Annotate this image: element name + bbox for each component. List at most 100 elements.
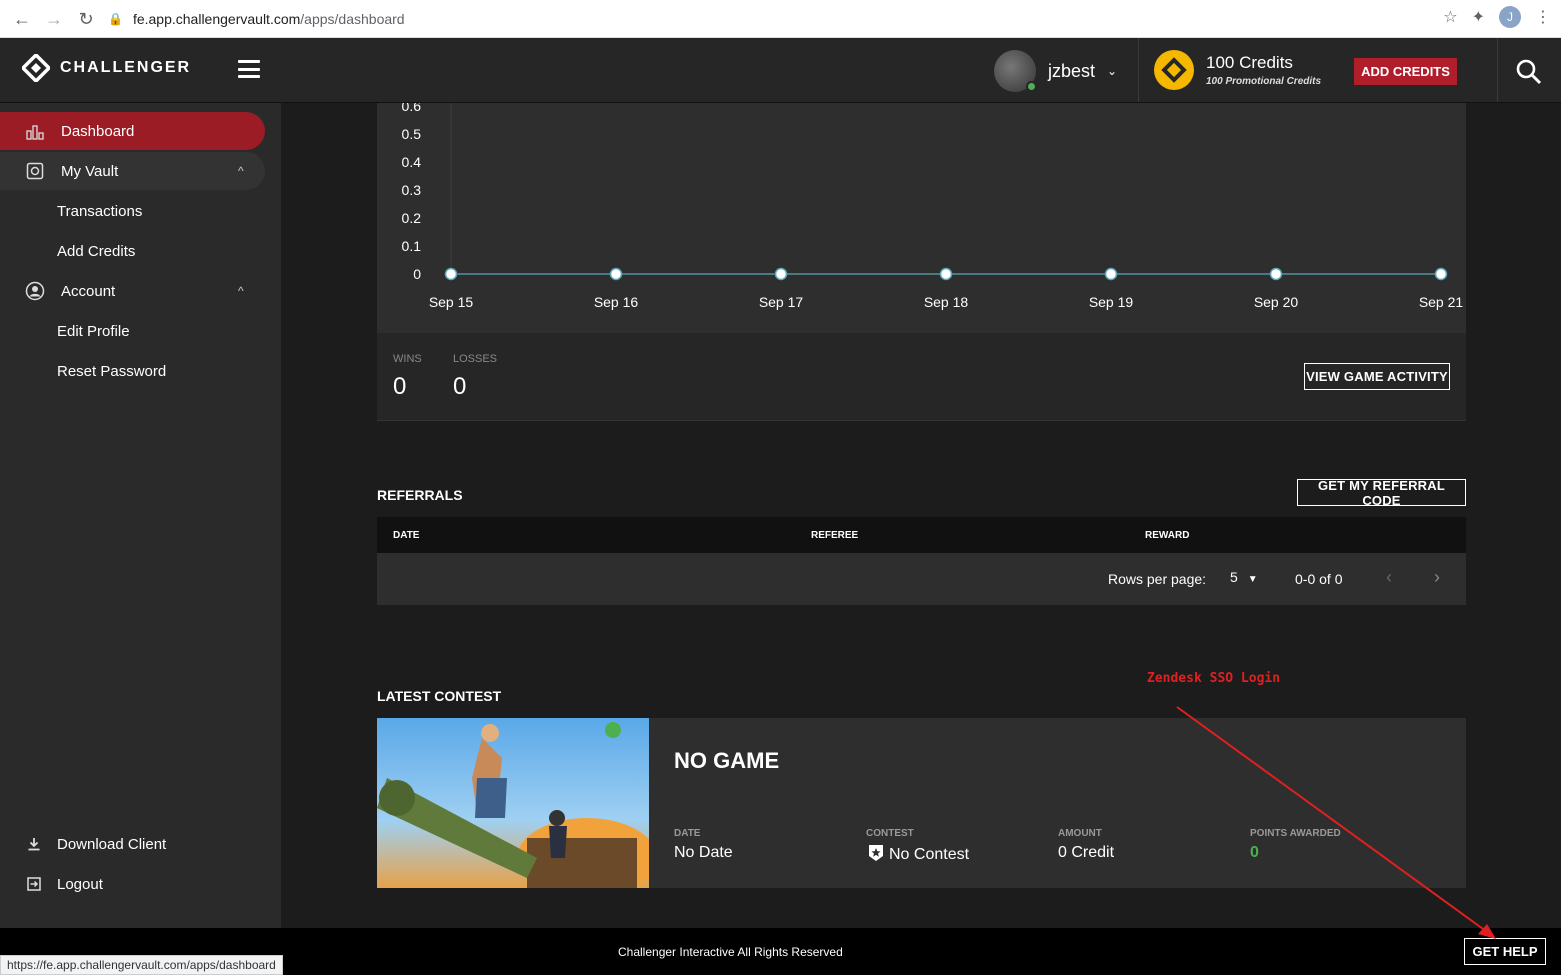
contest-value: No Contest — [868, 844, 969, 864]
forward-icon[interactable]: → — [38, 3, 70, 35]
rows-per-page-select[interactable]: 5 ▼ — [1230, 569, 1258, 585]
url-host: fe.app.challengervault.com — [132, 11, 301, 27]
promo-credits: 100 Promotional Credits — [1206, 76, 1322, 87]
y-tick-label: 0.2 — [402, 210, 422, 226]
activity-chart-panel: 0 0.1 0.2 0.3 0.4 0.5 0.6 Sep 15 Sep 16 Sep 17 Sep… — [377, 96, 1466, 333]
x-tick-label: Sep 16 — [594, 294, 639, 310]
sidebar-item-label: Reset Password — [57, 362, 167, 380]
sidebar-item-my-vault[interactable]: My Vault ^ — [0, 152, 265, 190]
sidebar-item-label: Dashboard — [61, 122, 135, 140]
latest-contest-card[interactable]: NO GAME DATE No Date CONTEST No Contest … — [377, 718, 1466, 888]
activity-chart: 0 0.1 0.2 0.3 0.4 0.5 0.6 Sep 15 Sep 16 Sep 17 Sep… — [402, 96, 1464, 310]
download-icon — [24, 834, 44, 854]
star-icon[interactable]: ☆ — [1443, 7, 1457, 27]
column-header-date[interactable]: DATE — [393, 530, 419, 541]
app-header: CHALLENGER jzbest ⌄ 100 Credits 100 Prom… — [0, 38, 1561, 103]
profile-avatar[interactable]: J — [1499, 6, 1521, 28]
challenger-logo-icon — [22, 54, 50, 82]
prev-page-icon[interactable]: ‹ — [1386, 567, 1392, 588]
search-icon[interactable] — [1514, 57, 1544, 87]
data-point — [1104, 267, 1118, 281]
data-point — [609, 267, 623, 281]
sidebar-item-label: Edit Profile — [57, 322, 130, 340]
x-tick-label: Sep 21 — [1419, 294, 1464, 310]
sidebar-item-dashboard[interactable]: Dashboard — [0, 112, 265, 150]
amount-value: 0 Credit — [1058, 844, 1115, 861]
reload-icon[interactable]: ↻ — [70, 3, 102, 35]
header-divider — [1497, 38, 1498, 102]
sidebar-item-label: Logout — [57, 875, 103, 893]
menu-dots-icon[interactable]: ⋮ — [1535, 7, 1551, 27]
address-bar[interactable]: 🔒 fe.app.challengervault.com/apps/dashbo… — [108, 5, 1458, 33]
rows-per-page-value: 5 — [1230, 569, 1238, 585]
referrals-table-header: DATE REFEREE REWARD — [377, 517, 1466, 553]
footer-copyright: Challenger Interactive All Rights Reserv… — [618, 945, 843, 959]
losses-value: 0 — [453, 373, 467, 400]
sidebar-item-label: Transactions — [57, 202, 143, 220]
amount-label: AMOUNT — [1058, 828, 1102, 839]
logo[interactable]: CHALLENGER — [22, 54, 191, 82]
back-icon[interactable]: ← — [6, 3, 38, 35]
points-awarded-value: 0 — [1250, 844, 1259, 861]
wins-losses-panel: WINS 0 LOSSES 0 VIEW GAME ACTIVITY — [377, 333, 1466, 421]
column-header-reward[interactable]: REWARD — [1145, 530, 1189, 541]
browser-toolbar: ← → ↻ 🔒 fe.app.challengervault.com/apps/… — [0, 0, 1561, 38]
dashboard-icon — [25, 121, 45, 141]
add-credits-button[interactable]: ADD CREDITS — [1354, 58, 1457, 85]
pagination-range: 0-0 of 0 — [1295, 571, 1343, 587]
x-tick-label: Sep 15 — [429, 294, 474, 310]
sidebar-item-label: Download Client — [57, 835, 167, 853]
y-tick-label: 0.4 — [402, 154, 422, 170]
y-tick-label: 0.3 — [402, 182, 422, 198]
online-status-dot — [1026, 81, 1037, 92]
logo-text: CHALLENGER — [60, 59, 192, 76]
chevron-down-icon: ⌄ — [1107, 64, 1118, 78]
date-value: No Date — [674, 844, 733, 861]
sidebar-item-label: Add Credits — [57, 242, 136, 260]
main-content: 0 0.1 0.2 0.3 0.4 0.5 0.6 Sep 15 Sep 16 Sep 17 Sep… — [281, 96, 1561, 928]
shield-star-icon — [869, 845, 883, 861]
url-path: /apps/dashboard — [300, 11, 405, 27]
extensions-icon[interactable]: ✦ — [1472, 7, 1485, 27]
credits-amount: 100 Credits — [1206, 53, 1293, 72]
game-cover-image — [377, 718, 649, 888]
sidebar-item-label: Account — [61, 282, 116, 300]
wins-label: WINS — [393, 353, 422, 365]
y-tick-label: 0.1 — [402, 238, 422, 254]
x-tick-label: Sep 18 — [924, 294, 969, 310]
wins-value: 0 — [393, 373, 407, 400]
latest-contest-title: LATEST CONTEST — [377, 688, 502, 704]
logout-icon — [24, 874, 44, 894]
contest-name: No Contest — [889, 846, 970, 863]
x-tick-label: Sep 19 — [1089, 294, 1134, 310]
annotation-label: Zendesk SSO Login — [1147, 671, 1281, 686]
user-menu[interactable]: jzbest ⌄ — [994, 48, 1117, 94]
sidebar-item-account[interactable]: Account ^ — [0, 272, 265, 310]
contest-label: CONTEST — [866, 828, 914, 839]
chevron-up-icon: ^ — [238, 164, 244, 178]
hamburger-menu-icon[interactable] — [238, 60, 260, 78]
get-referral-code-button[interactable]: GET MY REFERRAL CODE — [1297, 478, 1466, 508]
header-divider — [1138, 38, 1139, 102]
vault-icon — [25, 161, 45, 181]
sidebar-item-label: My Vault — [61, 162, 119, 180]
x-tick-label: Sep 20 — [1254, 294, 1299, 310]
account-icon — [25, 281, 45, 301]
credits-coin-icon — [1154, 50, 1194, 90]
column-header-referee[interactable]: REFEREE — [811, 530, 858, 541]
x-tick-label: Sep 17 — [759, 294, 804, 310]
referrals-title: REFERRALS — [377, 487, 463, 503]
y-tick-label: 0 — [413, 266, 421, 282]
data-point — [444, 267, 458, 281]
referrals-pagination: Rows per page: 5 ▼ 0-0 of 0 ‹ › — [377, 553, 1466, 605]
losses-label: LOSSES — [453, 353, 498, 365]
get-help-button[interactable]: GET HELP — [1464, 938, 1546, 965]
next-page-icon[interactable]: › — [1434, 567, 1440, 588]
y-tick-label: 0.5 — [402, 126, 422, 142]
points-awarded-label: POINTS AWARDED — [1250, 828, 1341, 839]
data-point — [1269, 267, 1283, 281]
username: jzbest — [1048, 60, 1096, 81]
sidebar: Dashboard My Vault ^ Transactions Add Cr… — [0, 103, 281, 928]
date-label: DATE — [674, 828, 701, 839]
view-game-activity-button[interactable]: VIEW GAME ACTIVITY — [1304, 363, 1450, 390]
